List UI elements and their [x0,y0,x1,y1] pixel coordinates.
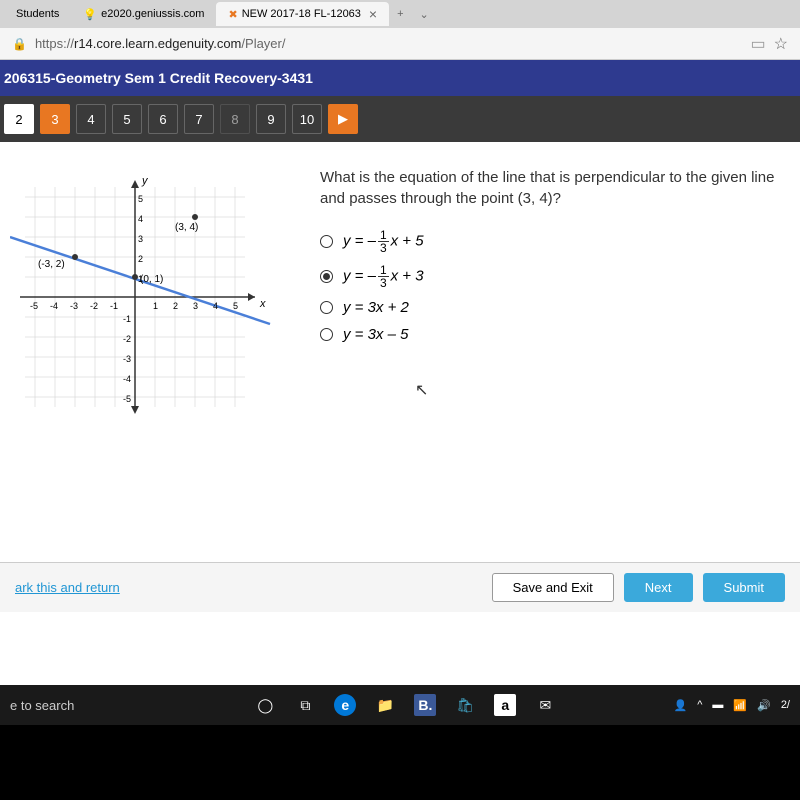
nav-item-3[interactable]: 3 [40,104,70,134]
edge-icon[interactable]: e [334,694,356,716]
answer-option-d[interactable]: y = 3x – 5 [320,326,790,343]
folder-icon[interactable]: 📁 [374,694,396,716]
bottom-action-bar: ark this and return Save and Exit Next S… [0,562,800,612]
svg-text:3: 3 [193,301,198,311]
svg-text:-2: -2 [90,301,98,311]
a-app-icon[interactable]: a [494,694,516,716]
nav-item-4[interactable]: 4 [76,104,106,134]
people-icon[interactable]: 👤 [674,699,688,712]
volume-icon[interactable]: 🔊 [757,699,771,712]
wifi-icon[interactable]: 📶 [733,699,747,712]
cortana-icon[interactable]: ◯ [254,694,276,716]
svg-text:-1: -1 [110,301,118,311]
svg-text:-5: -5 [30,301,38,311]
reader-icon[interactable]: ▭ [751,34,766,54]
radio-c[interactable] [320,301,333,314]
svg-text:-4: -4 [50,301,58,311]
close-tab-icon[interactable]: × [369,6,377,22]
submit-button[interactable]: Submit [703,573,785,602]
battery-icon[interactable]: ▬ [712,699,723,711]
svg-text:(0, 1): (0, 1) [140,274,163,285]
question-nav: 2 3 4 5 6 7 8 9 10 ▶ [0,96,800,142]
answer-b-text: y = –13x + 3 [343,264,424,289]
tab-active[interactable]: ✖ NEW 2017-18 FL-12063 × [216,2,389,26]
svg-text:-4: -4 [123,374,131,384]
new-tab-button[interactable]: + [389,8,411,20]
svg-text:1: 1 [138,274,143,284]
nav-item-6[interactable]: 6 [148,104,178,134]
svg-text:2: 2 [173,301,178,311]
lock-icon: 🔒 [12,37,27,51]
answer-d-text: y = 3x – 5 [343,326,408,343]
svg-text:2: 2 [138,254,143,264]
url-text: https://r14.core.learn.edgenuity.com/Pla… [35,36,743,51]
svg-text:(-3, 2): (-3, 2) [38,259,65,270]
taskbar-search[interactable]: e to search [10,698,74,713]
svg-text:5: 5 [233,301,238,311]
mail-icon[interactable]: ✉ [534,694,556,716]
taskview-icon[interactable]: ⧉ [294,694,316,716]
svg-text:y: y [141,175,149,187]
bookmark-star-icon[interactable]: ☆ [774,34,788,54]
tab-e2020[interactable]: 💡 e2020.geniussis.com [71,4,216,25]
svg-text:-5: -5 [123,394,131,404]
radio-b[interactable] [320,270,333,283]
store-icon[interactable]: 🛍 [454,694,476,716]
svg-text:3: 3 [138,234,143,244]
svg-text:4: 4 [138,214,143,224]
browser-tabs: Students 💡 e2020.geniussis.com ✖ NEW 201… [0,0,800,28]
nav-item-8[interactable]: 8 [220,104,250,134]
answer-option-c[interactable]: y = 3x + 2 [320,299,790,316]
radio-a[interactable] [320,235,333,248]
tray-chevron-icon[interactable]: ^ [697,699,702,711]
svg-text:-1: -1 [123,314,131,324]
system-tray[interactable]: 👤 ^ ▬ 📶 🔊 2/ [674,699,790,712]
course-title-bar: 206315-Geometry Sem 1 Credit Recovery-34… [0,60,800,96]
tab-students[interactable]: Students [4,4,71,24]
next-button[interactable]: Next [624,573,693,602]
svg-text:-3: -3 [70,301,78,311]
address-bar[interactable]: 🔒 https://r14.core.learn.edgenuity.com/P… [0,28,800,60]
svg-text:5: 5 [138,194,143,204]
mark-return-link[interactable]: ark this and return [15,580,120,595]
svg-text:x: x [259,298,266,310]
question-text: What is the equation of the line that is… [320,167,790,209]
nav-item-7[interactable]: 7 [184,104,214,134]
radio-d[interactable] [320,328,333,341]
windows-taskbar: e to search ◯ ⧉ e 📁 B. 🛍 a ✉ 👤 ^ ▬ 📶 🔊 2… [0,685,800,725]
svg-text:(3, 4): (3, 4) [175,222,198,233]
nav-item-10[interactable]: 10 [292,104,322,134]
svg-text:4: 4 [213,301,218,311]
svg-text:-2: -2 [123,334,131,344]
nav-item-2[interactable]: 2 [4,104,34,134]
save-exit-button[interactable]: Save and Exit [492,573,614,602]
clock[interactable]: 2/ [781,699,790,711]
nav-next-arrow[interactable]: ▶ [328,104,358,134]
answer-option-a[interactable]: y = –13x + 5 [320,229,790,254]
svg-text:1: 1 [153,301,158,311]
answer-a-text: y = –13x + 5 [343,229,424,254]
b-app-icon[interactable]: B. [414,694,436,716]
svg-text:-3: -3 [123,354,131,364]
coordinate-graph: y x (-3, 2) (0, 1) (3, 4) 5 4 3 2 1 -1 -… [10,162,280,432]
tab-dropdown-icon[interactable]: ⌄ [412,8,437,21]
nav-item-5[interactable]: 5 [112,104,142,134]
answer-option-b[interactable]: y = –13x + 3 [320,264,790,289]
answer-c-text: y = 3x + 2 [343,299,409,316]
nav-item-9[interactable]: 9 [256,104,286,134]
